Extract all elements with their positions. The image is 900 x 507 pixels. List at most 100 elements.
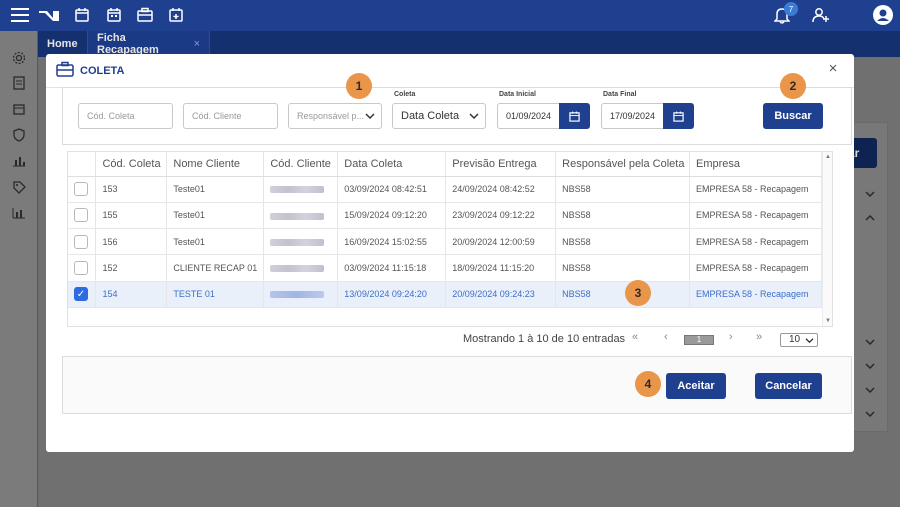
calendar-check-icon[interactable]: [104, 5, 124, 25]
row-checkbox-checked[interactable]: ✓: [74, 287, 88, 302]
coleta-modal: COLETA × Cód. Coleta Cód. Cliente Respon…: [46, 54, 854, 452]
cell-cod-cliente: [263, 281, 339, 308]
cell-nome-cliente: Teste01: [166, 202, 265, 230]
cell-data-coleta: 13/09/2024 09:24:20: [337, 281, 447, 308]
scroll-up-icon[interactable]: ▲: [825, 154, 831, 160]
table-row[interactable]: 155 Teste01 15/09/2024 09:12:20 23/09/20…: [68, 202, 823, 230]
calendar-icon: [569, 110, 580, 122]
menu-icon[interactable]: [10, 5, 30, 25]
tab-close-icon[interactable]: ×: [194, 38, 200, 50]
cell-empresa: EMPRESA 58 - Recapagem: [689, 281, 823, 308]
column-header-data-coleta[interactable]: Data Coleta: [337, 152, 447, 177]
calendar-icon: [673, 110, 684, 122]
search-button[interactable]: Buscar: [763, 103, 823, 129]
briefcase-icon[interactable]: [135, 5, 155, 25]
cell-responsavel: NBS58: [555, 228, 690, 256]
cell-cod-cliente: [263, 176, 339, 203]
table-row[interactable]: 152 CLIENTE RECAP 01 03/09/2024 11:15:18…: [68, 254, 823, 282]
scroll-down-icon[interactable]: ▼: [825, 318, 831, 324]
chevron-up-icon: [862, 210, 878, 226]
cell-responsavel: NBS58: [555, 176, 690, 203]
responsavel-select-value: Responsável p...: [297, 111, 365, 121]
checkbox-header: [68, 152, 97, 177]
cancel-button[interactable]: Cancelar: [755, 373, 822, 399]
cell-empresa: EMPRESA 58 - Recapagem: [689, 202, 823, 230]
table-scrollbar[interactable]: ▲ ▼: [822, 152, 832, 326]
column-header-previsao-entrega[interactable]: Previsão Entrega: [445, 152, 557, 177]
cell-empresa: EMPRESA 58 - Recapagem: [689, 228, 823, 256]
data-inicial-calendar-button[interactable]: [559, 103, 590, 129]
chevron-down-icon: [862, 358, 878, 374]
accept-button[interactable]: Aceitar: [666, 373, 726, 399]
last-page-button[interactable]: »: [756, 331, 762, 343]
redacted-value: [270, 265, 325, 273]
next-page-button[interactable]: ›: [729, 331, 733, 343]
prev-page-button[interactable]: ‹: [664, 331, 668, 343]
briefcase-icon: [56, 61, 74, 79]
notification-badge: 7: [784, 2, 798, 16]
page-size-select[interactable]: 10: [780, 333, 818, 347]
chart-icon[interactable]: [10, 152, 28, 170]
cell-cod-coleta: 152: [95, 254, 168, 282]
document-icon[interactable]: [10, 74, 28, 92]
cell-data-coleta: 15/09/2024 09:12:20: [337, 202, 447, 230]
row-checkbox[interactable]: [74, 208, 88, 223]
table-row[interactable]: 153 Teste01 03/09/2024 08:42:51 24/09/20…: [68, 176, 823, 203]
cell-nome-cliente: Teste01: [166, 176, 265, 203]
cell-cod-coleta: 156: [95, 228, 168, 256]
report-icon[interactable]: [10, 204, 28, 222]
data-final-label: Data Final: [603, 91, 637, 98]
account-icon[interactable]: [872, 4, 894, 26]
cell-empresa: EMPRESA 58 - Recapagem: [689, 254, 823, 282]
cell-cod-cliente: [263, 228, 339, 256]
column-header-nome-cliente[interactable]: Nome Cliente: [166, 152, 265, 177]
cell-data-coleta: 03/09/2024 11:15:18: [337, 254, 447, 282]
column-header-empresa[interactable]: Empresa: [689, 152, 823, 177]
row-checkbox[interactable]: [74, 261, 88, 276]
table-row[interactable]: 156 Teste01 16/09/2024 15:02:55 20/09/20…: [68, 228, 823, 256]
responsavel-select[interactable]: Responsável p...: [288, 103, 382, 129]
data-inicial-input[interactable]: 01/09/2024: [497, 103, 560, 129]
first-page-button[interactable]: «: [632, 331, 638, 343]
coleta-table: Cód. Coleta Nome Cliente Cód. Cliente Da…: [67, 151, 833, 327]
column-header-cod-cliente[interactable]: Cód. Cliente: [263, 152, 339, 177]
tab-home-label: Home: [47, 38, 78, 50]
calendar-add-icon[interactable]: [166, 5, 186, 25]
chevron-down-icon: [469, 113, 479, 120]
column-header-cod-coleta[interactable]: Cód. Coleta: [95, 152, 168, 177]
calendar-nav-icon[interactable]: [10, 100, 28, 118]
current-page-button[interactable]: 1: [684, 335, 714, 345]
data-inicial-label: Data Inicial: [499, 91, 536, 98]
coleta-label: Coleta: [394, 91, 416, 98]
cell-nome-cliente: Teste01: [166, 228, 265, 256]
shield-icon[interactable]: [10, 126, 28, 144]
settings-icon[interactable]: [10, 49, 28, 67]
chevron-down-icon: [862, 406, 878, 422]
cell-previsao-entrega: 23/09/2024 09:12:22: [445, 202, 557, 230]
column-header-responsavel[interactable]: Responsável pela Coleta: [555, 152, 690, 177]
tag-icon[interactable]: [10, 178, 28, 196]
cell-previsao-entrega: 20/09/2024 09:24:23: [445, 281, 557, 308]
cell-previsao-entrega: 20/09/2024 12:00:59: [445, 228, 557, 256]
cell-nome-cliente: CLIENTE RECAP 01: [166, 254, 265, 282]
calendar-icon[interactable]: [72, 5, 92, 25]
data-final-input[interactable]: 17/09/2024: [601, 103, 664, 129]
cod-coleta-input[interactable]: Cód. Coleta: [78, 103, 173, 129]
data-final-calendar-button[interactable]: [663, 103, 694, 129]
logo-icon[interactable]: [39, 5, 61, 25]
coleta-select[interactable]: Data Coleta: [392, 103, 486, 129]
row-checkbox[interactable]: [74, 182, 88, 197]
cod-cliente-input[interactable]: Cód. Cliente: [183, 103, 278, 129]
cell-cod-coleta: 153: [95, 176, 168, 203]
filter-panel: Cód. Coleta Cód. Cliente Responsável p..…: [62, 87, 852, 145]
table-row-selected[interactable]: ✓ 154 TESTE 01 13/09/2024 09:24:20 20/09…: [68, 281, 823, 308]
top-bar: 7: [0, 0, 900, 31]
close-icon[interactable]: ×: [826, 61, 840, 76]
cell-responsavel: NBS58: [555, 254, 690, 282]
chevron-down-icon: [862, 186, 878, 202]
user-add-icon[interactable]: [811, 5, 831, 25]
step-callout-2: 2: [780, 73, 806, 99]
row-checkbox[interactable]: [74, 234, 88, 249]
cell-responsavel: NBS58: [555, 202, 690, 230]
redacted-value: [270, 291, 325, 299]
